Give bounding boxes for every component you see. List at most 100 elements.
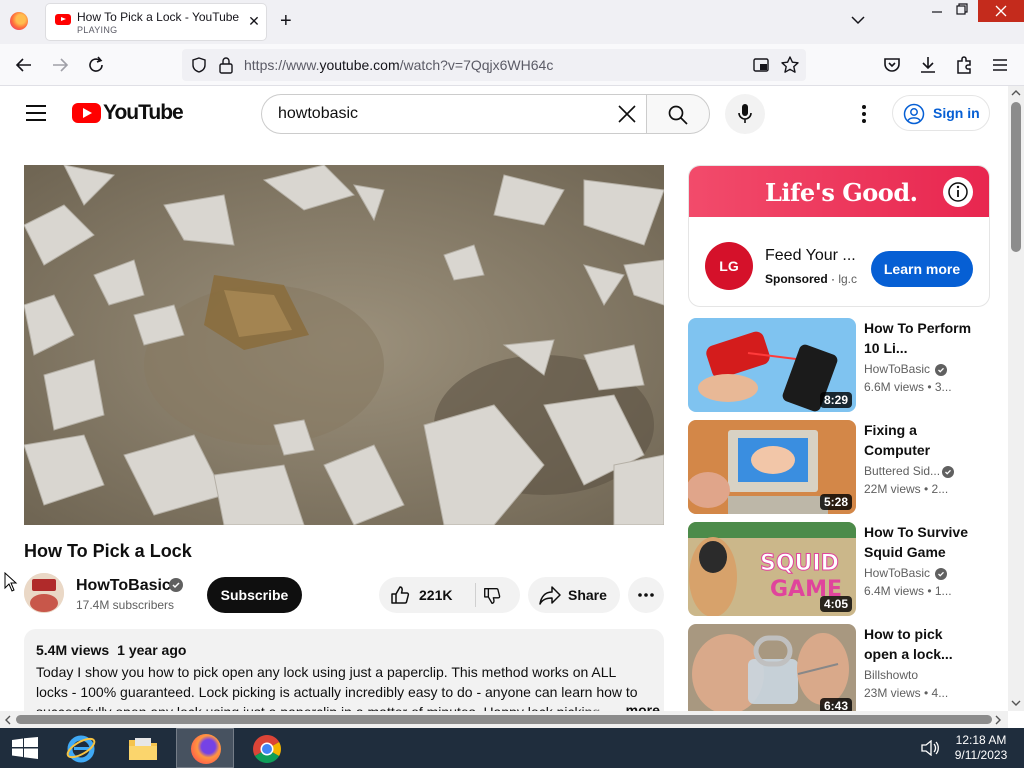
like-dislike-bar: 221K — [379, 577, 520, 613]
vertical-scroll-thumb[interactable] — [1011, 102, 1021, 252]
video-title[interactable]: Fixing a Computer — [864, 420, 974, 460]
minimize-icon[interactable] — [930, 4, 944, 18]
search-button[interactable] — [646, 94, 710, 134]
scroll-up-icon[interactable] — [1011, 89, 1021, 97]
search-icon — [668, 105, 688, 125]
lg-logo[interactable]: LG — [705, 242, 753, 290]
picture-in-picture-icon[interactable] — [752, 56, 770, 74]
video-description[interactable]: 5.4M views 1 year ago Today I show you ho… — [24, 629, 664, 711]
browser-tab[interactable]: How To Pick a Lock - YouTube PLAYING ✕ — [46, 4, 266, 40]
taskbar-internet-explorer[interactable] — [52, 728, 110, 768]
url-text[interactable]: https://www.youtube.com/watch?v=7Qqjx6WH… — [244, 57, 553, 73]
show-more-link[interactable]: ...more — [584, 702, 660, 711]
folder-icon — [129, 738, 157, 760]
video-thumbnail[interactable]: 5:28 — [688, 420, 856, 514]
microphone-icon — [738, 104, 752, 123]
settings-more-icon[interactable] — [852, 102, 876, 126]
video-player[interactable] — [24, 165, 664, 525]
volume-icon[interactable] — [920, 740, 940, 756]
lock-icon[interactable] — [218, 56, 234, 74]
start-button[interactable] — [0, 728, 58, 768]
vertical-scrollbar[interactable] — [1008, 86, 1024, 711]
subscriber-count: 17.4M subscribers — [76, 598, 175, 612]
scroll-down-icon[interactable] — [1011, 699, 1021, 707]
taskbar-chrome[interactable] — [238, 728, 296, 768]
share-icon — [539, 586, 561, 605]
sign-in-button[interactable]: Sign in — [892, 95, 990, 131]
tab-status: PLAYING — [77, 25, 118, 35]
pocket-icon[interactable] — [880, 53, 904, 77]
howtobasic-avatar-image — [24, 573, 64, 613]
ad-headline[interactable]: Feed Your ... — [765, 247, 856, 265]
video-thumbnail[interactable]: SQUID GAME 4:05 — [688, 522, 856, 616]
extensions-icon[interactable] — [952, 53, 976, 77]
ad-info-button[interactable] — [943, 177, 973, 207]
search-box[interactable] — [261, 94, 647, 134]
taskbar-file-explorer[interactable] — [114, 728, 172, 768]
video-title[interactable]: How to pick open a lock... — [864, 624, 974, 664]
reload-icon[interactable] — [84, 53, 108, 77]
video-meta: 22M views • 2... — [864, 482, 949, 496]
window-close-button[interactable] — [978, 0, 1024, 22]
mouse-cursor-icon — [4, 572, 18, 592]
clear-search-icon[interactable] — [617, 104, 637, 124]
ad-banner[interactable]: Life's Good. — [689, 166, 989, 217]
ad-tagline: Life's Good. — [765, 178, 918, 207]
address-bar[interactable]: https://www.youtube.com/watch?v=7Qqjx6WH… — [182, 49, 806, 81]
scroll-right-icon[interactable] — [994, 715, 1002, 725]
taskbar: 12:18 AM 9/11/2023 — [0, 728, 1024, 768]
recommended-video[interactable]: 5:28 Fixing a Computer Buttered Sid... 2… — [688, 420, 990, 514]
subscribe-button[interactable]: Subscribe — [207, 577, 302, 613]
tracking-protection-shield-icon[interactable] — [190, 56, 208, 74]
learn-more-button[interactable]: Learn more — [871, 251, 973, 287]
video-title[interactable]: How To Perform 10 Li... — [864, 318, 974, 358]
voice-search-button[interactable] — [725, 94, 765, 134]
bookmark-star-icon[interactable] — [780, 55, 800, 75]
more-actions-button[interactable] — [628, 577, 664, 613]
back-icon[interactable] — [12, 53, 36, 77]
channel-avatar[interactable] — [24, 573, 64, 613]
internet-explorer-icon — [66, 735, 96, 763]
video-duration: 8:29 — [819, 392, 852, 408]
video-title[interactable]: How To Survive Squid Game — [864, 522, 974, 562]
new-tab-button[interactable]: + — [280, 11, 292, 31]
view-count: 5.4M views — [36, 642, 110, 658]
app-menu-icon[interactable] — [988, 53, 1012, 77]
account-icon — [903, 103, 925, 125]
system-clock[interactable]: 12:18 AM 9/11/2023 — [946, 733, 1016, 763]
list-all-tabs-icon[interactable] — [850, 12, 866, 28]
recommended-video[interactable]: SQUID GAME 4:05 How To Survive Squid Gam… — [688, 522, 990, 616]
recommended-video[interactable]: 8:29 How To Perform 10 Li... HowToBasic … — [688, 318, 990, 412]
ad-card[interactable]: Life's Good. LG Feed Your ... Sponsored … — [688, 165, 990, 307]
downloads-icon[interactable] — [916, 53, 940, 77]
horizontal-scrollbar[interactable] — [0, 711, 1008, 728]
like-count[interactable]: 221K — [419, 587, 452, 603]
video-thumbnail[interactable]: 6:43 — [688, 624, 856, 711]
description-text: Today I show you how to pick open any lo… — [36, 664, 638, 711]
taskbar-firefox[interactable] — [176, 728, 234, 768]
description-meta: 5.4M views 1 year ago — [36, 642, 194, 658]
like-icon[interactable] — [389, 584, 411, 606]
video-thumbnail[interactable]: 8:29 — [688, 318, 856, 412]
search-input[interactable] — [278, 103, 608, 125]
channel-name[interactable]: HowToBasic — [76, 577, 171, 595]
guide-menu-icon[interactable] — [26, 105, 46, 121]
horizontal-scroll-thumb[interactable] — [16, 715, 992, 724]
clock-date: 9/11/2023 — [954, 748, 1008, 762]
restore-icon[interactable] — [955, 2, 969, 16]
firefox-icon — [191, 734, 221, 764]
share-button[interactable]: Share — [528, 577, 620, 613]
video-channel[interactable]: HowToBasic — [864, 566, 930, 580]
video-duration: 6:43 — [819, 698, 852, 711]
scroll-left-icon[interactable] — [4, 715, 12, 725]
chrome-icon — [253, 735, 281, 763]
youtube-favicon-icon — [55, 14, 71, 25]
forward-icon[interactable] — [48, 53, 72, 77]
youtube-logo[interactable]: YouTube — [72, 101, 184, 124]
video-channel[interactable]: Billshowto — [864, 668, 918, 682]
video-channel[interactable]: Buttered Sid... — [864, 464, 940, 478]
dislike-icon[interactable] — [482, 585, 502, 607]
close-tab-icon[interactable]: ✕ — [246, 13, 262, 29]
recommended-video[interactable]: 6:43 How to pick open a lock... Billshow… — [688, 624, 990, 711]
video-channel[interactable]: HowToBasic — [864, 362, 930, 376]
